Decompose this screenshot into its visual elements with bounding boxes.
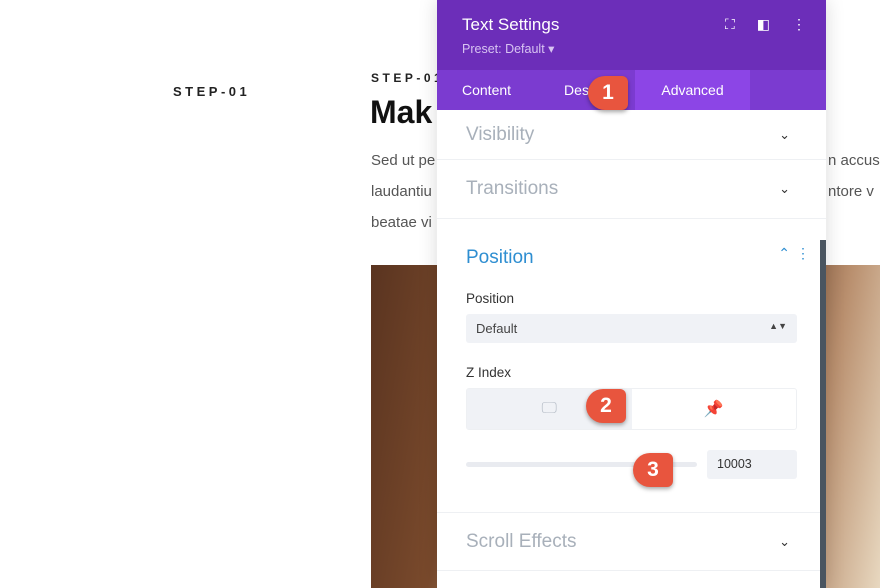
text-line: beatae vi (371, 214, 432, 231)
more-icon[interactable]: ⋮ (792, 16, 806, 33)
select-arrows-icon: ▲▼ (769, 321, 787, 331)
pin-icon[interactable]: 📌 (632, 389, 797, 429)
section-title[interactable]: Position (466, 247, 797, 269)
position-label: Position (466, 291, 515, 306)
text-line: ntore v (828, 183, 874, 200)
chevron-down-icon: ⌄ (779, 181, 790, 196)
preset-dropdown[interactable]: Preset: Default ▾ (462, 41, 801, 56)
annotation-badge: 3 (633, 453, 673, 487)
section-title: Visibility (466, 123, 535, 145)
body-text-right: n accus ntore v (828, 145, 880, 207)
section-visibility[interactable]: Visibility ⌄ (437, 110, 826, 160)
tab-bar: Content Des Advanced (437, 70, 826, 110)
section-position: Position ⌃ ⋮ Position Default ▲▼ Z Index … (437, 245, 826, 479)
section-title: Transitions (466, 178, 559, 199)
chevron-up-icon[interactable]: ⌃ (778, 245, 790, 262)
section-title: Scroll Effects (466, 530, 577, 552)
z-index-device-toggle: 🖵 📌 (466, 388, 797, 430)
z-index-label: Z Index (466, 365, 512, 380)
fullscreen-icon[interactable]: ⛶ (725, 16, 735, 33)
step-label: STEP-01 (371, 71, 445, 85)
page-heading: Mak (370, 94, 433, 130)
z-index-input[interactable]: 10003 (707, 450, 797, 479)
body-text-left: Sed ut pe laudantiu beatae vi (371, 145, 435, 238)
text-line: Sed ut pe (371, 152, 436, 169)
step-label: STEP-01 (173, 84, 251, 99)
settings-panel: Text Settings Preset: Default ▾ ⛶ ◧ ⋮ Co… (437, 0, 826, 588)
text-line: n accus (828, 152, 880, 169)
panel-scrollbar[interactable] (820, 240, 826, 588)
panel-header: Text Settings Preset: Default ▾ ⛶ ◧ ⋮ (437, 0, 826, 70)
section-scroll-effects[interactable]: Scroll Effects ⌄ (437, 512, 826, 571)
chevron-down-icon: ⌄ (779, 126, 790, 142)
chevron-down-icon: ⌄ (779, 533, 790, 549)
position-select[interactable]: Default ▲▼ (466, 314, 797, 343)
select-value: Default (476, 321, 518, 336)
tab-content[interactable]: Content (437, 70, 536, 110)
more-icon[interactable]: ⋮ (796, 245, 810, 262)
annotation-badge: 2 (586, 389, 626, 423)
text-line: laudantiu (371, 183, 432, 200)
annotation-badge: 1 (588, 76, 628, 110)
tab-advanced[interactable]: Advanced (635, 70, 750, 110)
section-transitions[interactable]: Transitions ⌄ (437, 160, 826, 219)
split-view-icon[interactable]: ◧ (757, 16, 770, 33)
